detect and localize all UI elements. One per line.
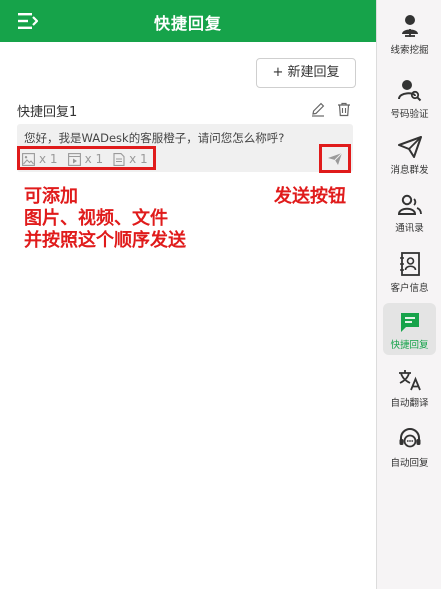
sidebar-item-label: 自动翻译 [390, 398, 429, 409]
annotation-line: 可添加 [24, 186, 78, 207]
sidebar-item-number-verify[interactable]: 号码验证 [383, 70, 436, 122]
sidebar-item-auto-reply[interactable]: 自动回复 [383, 419, 436, 471]
new-reply-button[interactable]: + 新建回复 [256, 58, 356, 88]
sidebar-item-quick-reply[interactable]: 快捷回复 [383, 303, 436, 355]
attachment-highlight-box [17, 146, 156, 170]
sidebar-item-lead-mining[interactable]: 线索挖掘 [383, 6, 436, 58]
paper-plane-icon [328, 152, 343, 165]
sidebar-item-label: 线索挖掘 [390, 45, 429, 56]
sidebar-item-label: 客户信息 [390, 283, 429, 294]
headset-chat-icon [399, 428, 420, 448]
trash-icon[interactable] [336, 101, 352, 117]
quick-reply-panel: 快捷回复 + 新建回复 快捷回复1 您好，我是WADesk的客服橙子，请问您怎么… [0, 0, 376, 589]
annotation-line: 图片、视频、文件 [24, 208, 168, 229]
sidebar-item-bulk-message[interactable]: 消息群发 [383, 128, 436, 180]
sidebar-item-label: 消息群发 [390, 165, 429, 176]
annotation-line: 并按照这个顺序发送 [24, 230, 186, 251]
contacts-icon [397, 194, 422, 215]
person-pin-icon [401, 15, 418, 37]
sidebar-item-customer-info[interactable]: 客户信息 [383, 244, 436, 296]
page-title: 快捷回复 [153, 14, 222, 33]
reply-message-text: 您好，我是WADesk的客服橙子，请问您怎么称呼? [24, 131, 285, 145]
annotation-send: 发送按钮 [274, 186, 346, 207]
sidebar-item-label: 通讯录 [395, 223, 424, 234]
sidebar-item-contacts[interactable]: 通讯录 [383, 186, 436, 238]
edit-icon[interactable] [310, 101, 326, 117]
sidebar-item-label: 自动回复 [390, 458, 429, 469]
person-search-icon [397, 80, 421, 102]
annotation-attachments: 可添加 图片、视频、文件 并按照这个顺序发送 [24, 186, 186, 252]
translate-icon [398, 370, 421, 391]
sidebar-item-label: 号码验证 [390, 109, 429, 120]
sidebar-item-auto-translate[interactable]: 自动翻译 [383, 361, 436, 413]
send-button[interactable] [319, 144, 351, 173]
tool-sidebar: 线索挖掘 号码验证 消息群发 通讯录 客户信息 快捷回复 自动翻译 自动回复 [376, 0, 441, 589]
reply-item-title: 快捷回复1 [17, 105, 78, 120]
panel-header: 快捷回复 [0, 0, 376, 42]
contact-card-icon [399, 252, 420, 276]
paper-plane-icon [397, 136, 422, 158]
quick-reply-icon [400, 313, 419, 332]
sidebar-item-label: 快捷回复 [390, 340, 429, 351]
